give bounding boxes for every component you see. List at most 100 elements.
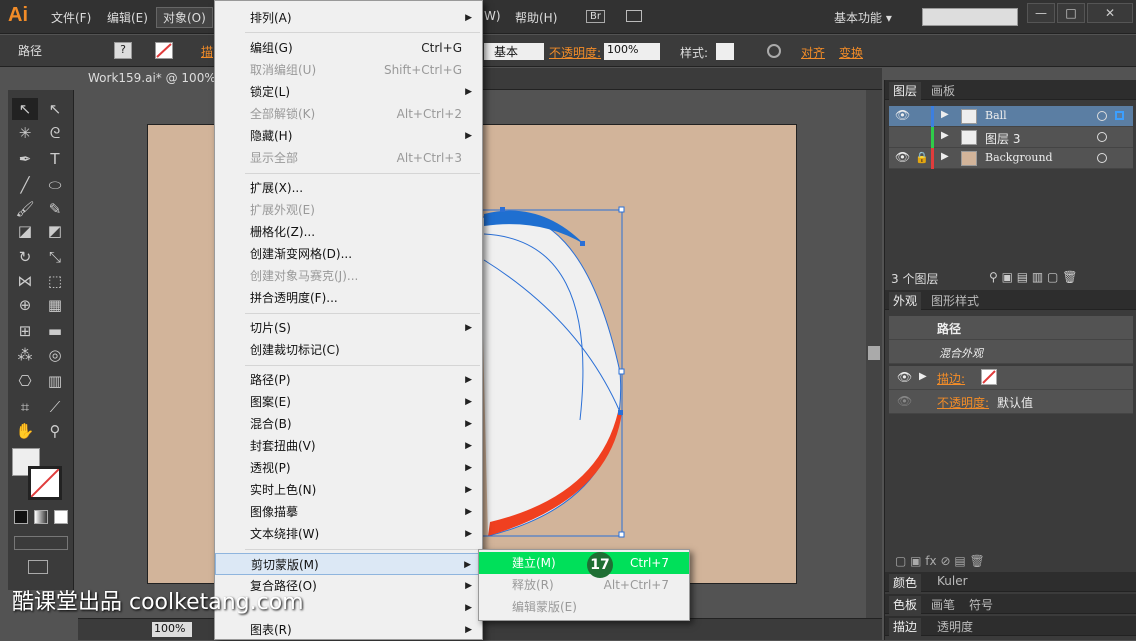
tab-brushes[interactable]: 画笔	[927, 596, 959, 613]
menu-item-envelope-distort[interactable]: 封套扭曲(V) ▶	[215, 435, 482, 457]
layer-actions-icons[interactable]: ⚲ ▣ ▤ ▥ ▢ 🗑	[989, 270, 1077, 284]
opacity-input[interactable]: 100%	[604, 43, 660, 60]
lock-icon[interactable]: 🔒	[915, 151, 929, 164]
symbol-sprayer-tool-icon[interactable]: ⎔	[12, 370, 38, 392]
menu-item-live-paint[interactable]: 实时上色(N) ▶	[215, 479, 482, 501]
menu-item-perspective[interactable]: 透视(P) ▶	[215, 457, 482, 479]
mesh-tool-icon[interactable]: ⊞	[12, 320, 38, 342]
visibility-eye-icon[interactable]: 👁	[895, 150, 910, 164]
expand-arrow-icon[interactable]: ▶	[941, 151, 949, 162]
tab-symbols[interactable]: 符号	[965, 596, 997, 613]
blob-brush-tool-icon[interactable]: ◪	[12, 220, 38, 242]
menu-item-expand[interactable]: 扩展(X)...	[215, 177, 482, 199]
menu-item-crop-marks[interactable]: 创建裁切标记(C)	[215, 339, 482, 361]
minimize-button[interactable]: —	[1027, 3, 1055, 23]
appearance-actions-icons[interactable]: ▢ ▣ fx ⊘ ▤ 🗑	[895, 554, 985, 568]
menu-item-hide[interactable]: 隐藏(H) ▶	[215, 125, 482, 147]
tab-graphic-styles[interactable]: 图形样式	[927, 292, 983, 309]
paintbrush-tool-icon[interactable]: 🖌	[12, 198, 38, 220]
appearance-opacity-row[interactable]: 👁 不透明度: 默认值	[889, 390, 1133, 414]
tab-transparency[interactable]: 透明度	[933, 618, 977, 635]
eraser-tool-icon[interactable]: ◩	[42, 220, 68, 242]
pencil-tool-icon[interactable]: ✎	[42, 198, 68, 220]
stroke-swatch[interactable]	[155, 42, 173, 59]
menu-item-lock[interactable]: 锁定(L) ▶	[215, 81, 482, 103]
menu-file[interactable]: 文件(F)	[51, 9, 91, 26]
menu-help[interactable]: 帮助(H)	[515, 9, 557, 26]
menu-item-text-wrap[interactable]: 文本绕排(W) ▶	[215, 523, 482, 545]
selection-indicator-icon[interactable]	[1115, 111, 1124, 120]
expand-arrow-icon[interactable]: ▶	[941, 130, 949, 141]
width-tool-icon[interactable]: ⋈	[12, 270, 38, 292]
menu-item-group[interactable]: 编组(G) Ctrl+G	[215, 37, 482, 59]
brush-select[interactable]: 基本	[484, 43, 544, 60]
column-graph-tool-icon[interactable]: ▥	[42, 370, 68, 392]
ellipse-tool-icon[interactable]: ⬭	[42, 174, 68, 196]
pen-tool-icon[interactable]: ✒	[12, 148, 38, 170]
menu-item-unlock-all[interactable]: 全部解锁(K) Alt+Ctrl+2	[215, 103, 482, 125]
menu-item-gradient-mesh[interactable]: 创建渐变网格(D)...	[215, 243, 482, 265]
style-swatch[interactable]	[716, 43, 734, 60]
menu-item-arrange[interactable]: 排列(A) ▶	[215, 7, 482, 29]
bridge-button[interactable]: Br	[586, 10, 605, 23]
document-tab[interactable]: Work159.ai* @ 100%	[78, 68, 226, 90]
draw-mode-icon[interactable]	[14, 536, 68, 550]
stroke-swatch[interactable]	[981, 369, 997, 385]
maximize-button[interactable]: □	[1057, 3, 1085, 23]
shape-builder-tool-icon[interactable]: ⊕	[12, 294, 38, 316]
menu-item-expand-appearance[interactable]: 扩展外观(E)	[215, 199, 482, 221]
arrange-documents-icon[interactable]	[626, 10, 642, 22]
selection-tool-icon[interactable]: ↖	[12, 98, 38, 120]
free-transform-tool-icon[interactable]: ⬚	[42, 270, 68, 292]
menu-item-path[interactable]: 路径(P) ▶	[215, 369, 482, 391]
stroke-link[interactable]: 描边:	[937, 370, 965, 387]
menu-object[interactable]: 对象(O)	[156, 7, 213, 28]
screen-mode-icon[interactable]	[28, 560, 48, 574]
menu-item-object-mosaic[interactable]: 创建对象马赛克(J)...	[215, 265, 482, 287]
tab-artboards[interactable]: 画板	[927, 82, 959, 99]
eyedropper-tool-icon[interactable]: ⁂	[12, 344, 38, 366]
menu-item-graph[interactable]: 图表(R) ▶	[215, 619, 482, 641]
target-icon[interactable]	[1097, 111, 1107, 121]
submenu-item-release[interactable]: 释放(R) Alt+Ctrl+7	[479, 574, 689, 596]
menu-item-show-all[interactable]: 显示全部 Alt+Ctrl+3	[215, 147, 482, 169]
tab-color[interactable]: 颜色	[889, 574, 922, 592]
zoom-tool-icon[interactable]: ⚲	[42, 420, 68, 442]
zoom-field[interactable]: 100%	[152, 622, 192, 637]
layer-row-background[interactable]: 👁 🔒 ▶ Background	[889, 148, 1133, 169]
menu-item-flatten-transparency[interactable]: 拼合透明度(F)...	[215, 287, 482, 309]
rotate-tool-icon[interactable]: ↻	[12, 246, 38, 268]
scale-tool-icon[interactable]: ⤡	[42, 246, 68, 268]
artboard-tool-icon[interactable]: ⌗	[12, 396, 38, 418]
menu-edit[interactable]: 编辑(E)	[107, 9, 148, 26]
direct-selection-tool-icon[interactable]: ↖	[42, 98, 68, 120]
menu-item-clipping-mask[interactable]: 剪切蒙版(M) ▶	[215, 553, 482, 575]
vertical-scrollbar[interactable]	[866, 90, 882, 618]
appearance-stroke-row[interactable]: 👁 ▶ 描边:	[889, 366, 1133, 390]
none-mode-icon[interactable]	[54, 510, 68, 524]
lasso-tool-icon[interactable]: ᘓ	[42, 122, 68, 144]
color-mode-icon[interactable]	[14, 510, 28, 524]
tab-layers[interactable]: 图层	[889, 82, 922, 100]
layer-row-ball[interactable]: 👁 ▶ Ball	[889, 106, 1133, 127]
tab-stroke[interactable]: 描边	[889, 618, 922, 636]
transform-link[interactable]: 变换	[839, 44, 863, 61]
close-button[interactable]: ✕	[1087, 3, 1133, 23]
tab-kuler[interactable]: Kuler	[933, 574, 972, 588]
submenu-item-edit-mask[interactable]: 编辑蒙版(E)	[479, 596, 689, 618]
visibility-eye-icon[interactable]: 👁	[897, 394, 912, 408]
menu-item-slice[interactable]: 切片(S) ▶	[215, 317, 482, 339]
stroke-link[interactable]: 描	[201, 43, 213, 60]
workspace-switcher[interactable]: 基本功能 ▾	[834, 9, 892, 26]
menu-item-ungroup[interactable]: 取消编组(U) Shift+Ctrl+G	[215, 59, 482, 81]
menu-item-rasterize[interactable]: 栅格化(Z)...	[215, 221, 482, 243]
line-tool-icon[interactable]: ╱	[12, 174, 38, 196]
visibility-eye-icon[interactable]: 👁	[895, 108, 910, 122]
opacity-link[interactable]: 不透明度:	[549, 44, 601, 61]
target-icon[interactable]	[1097, 153, 1107, 163]
visibility-eye-icon[interactable]: 👁	[897, 370, 912, 384]
slice-tool-icon[interactable]: ⟋	[42, 396, 68, 418]
search-input[interactable]	[922, 8, 1018, 26]
align-link[interactable]: 对齐	[801, 44, 825, 61]
expand-arrow-icon[interactable]: ▶	[919, 371, 927, 382]
